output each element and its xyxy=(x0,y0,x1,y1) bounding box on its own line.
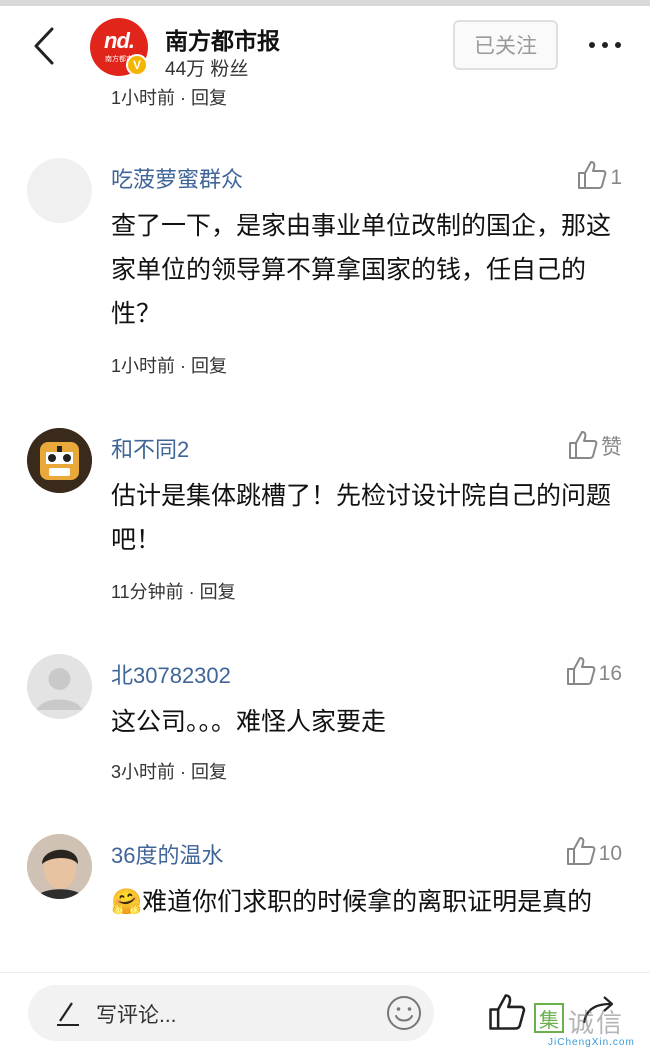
avatar[interactable] xyxy=(27,654,92,719)
like-button[interactable]: 10 xyxy=(566,836,622,866)
pen-icon xyxy=(57,1002,79,1026)
thumbs-up-icon xyxy=(566,837,596,865)
account-name[interactable]: 南方都市报 xyxy=(165,22,280,56)
comment-meta[interactable]: 11分钟前 · 回复 xyxy=(111,578,236,604)
dot xyxy=(589,42,595,48)
comment-input[interactable]: 写评论... xyxy=(28,985,434,1041)
logo-text: nd. xyxy=(104,28,135,53)
comment-meta[interactable]: 3小时前 · 回复 xyxy=(111,758,227,784)
thumbs-up-icon xyxy=(566,657,596,685)
comment-username[interactable]: 和不同2 xyxy=(111,432,189,464)
fans-count: 44万 粉丝 xyxy=(165,59,249,80)
comment-input-placeholder: 写评论... xyxy=(96,1004,177,1027)
thumbs-up-icon xyxy=(569,431,598,459)
like-button[interactable]: 1 xyxy=(577,160,622,190)
comment-username[interactable]: 36度的温水 xyxy=(111,838,223,870)
like-button[interactable]: 赞 xyxy=(568,430,622,460)
back-arrow-icon xyxy=(34,27,54,65)
emoji-icon[interactable] xyxy=(386,995,422,1031)
comment-meta[interactable]: 1小时前 · 回复 xyxy=(111,84,227,110)
avatar[interactable] xyxy=(27,158,92,223)
comment-text: 查了一下，是家由事业单位改制的国企，那这家单位的领导算不算拿国家的钱，任自己的性… xyxy=(111,212,612,328)
watermark-logo: 集 xyxy=(534,1003,564,1033)
like-count: 10 xyxy=(598,842,622,865)
default-user-icon xyxy=(27,654,92,719)
comment-username[interactable]: 北30782302 xyxy=(111,658,231,690)
verified-badge-icon: V xyxy=(126,54,148,76)
like-count: 1 xyxy=(610,166,622,189)
user-photo-icon xyxy=(27,834,92,899)
dot xyxy=(615,42,621,48)
like-count: 16 xyxy=(598,662,622,685)
avatar[interactable] xyxy=(27,834,92,899)
watermark-text: 诚信 xyxy=(568,1008,625,1038)
comment-text: 🤗难道你们求职的时候拿的离职证明是真的 xyxy=(111,888,593,916)
more-options-icon[interactable] xyxy=(580,28,630,62)
comment-text: 估计是集体跳槽了！先检讨设计院自己的问题吧！ xyxy=(111,482,612,554)
watermark-url: JiChengXin.com xyxy=(548,1037,635,1048)
bottom-comment-bar: 写评论... 集 诚信 JiChengXin.com xyxy=(0,972,650,1052)
comment-username[interactable]: 吃菠萝蜜群众 xyxy=(111,162,243,194)
follow-button[interactable]: 已关注 xyxy=(453,20,558,70)
like-label: 赞 xyxy=(601,436,622,459)
thumbs-up-icon xyxy=(578,161,607,189)
tiger-avatar-icon xyxy=(27,428,92,493)
article-header: nd. 南方都市 V 南方都市报 44万 粉丝 已关注 xyxy=(0,6,650,84)
watermark: 集 诚信 JiChengXin.com xyxy=(534,1003,650,1051)
comment-text: 这公司。。。难怪人家要走 xyxy=(111,708,387,736)
like-article-icon[interactable] xyxy=(488,993,526,1031)
like-button[interactable]: 16 xyxy=(566,656,622,686)
back-button[interactable] xyxy=(22,24,66,68)
dot xyxy=(602,42,608,48)
comment-meta[interactable]: 1小时前 · 回复 xyxy=(111,352,227,378)
avatar[interactable] xyxy=(27,428,92,493)
